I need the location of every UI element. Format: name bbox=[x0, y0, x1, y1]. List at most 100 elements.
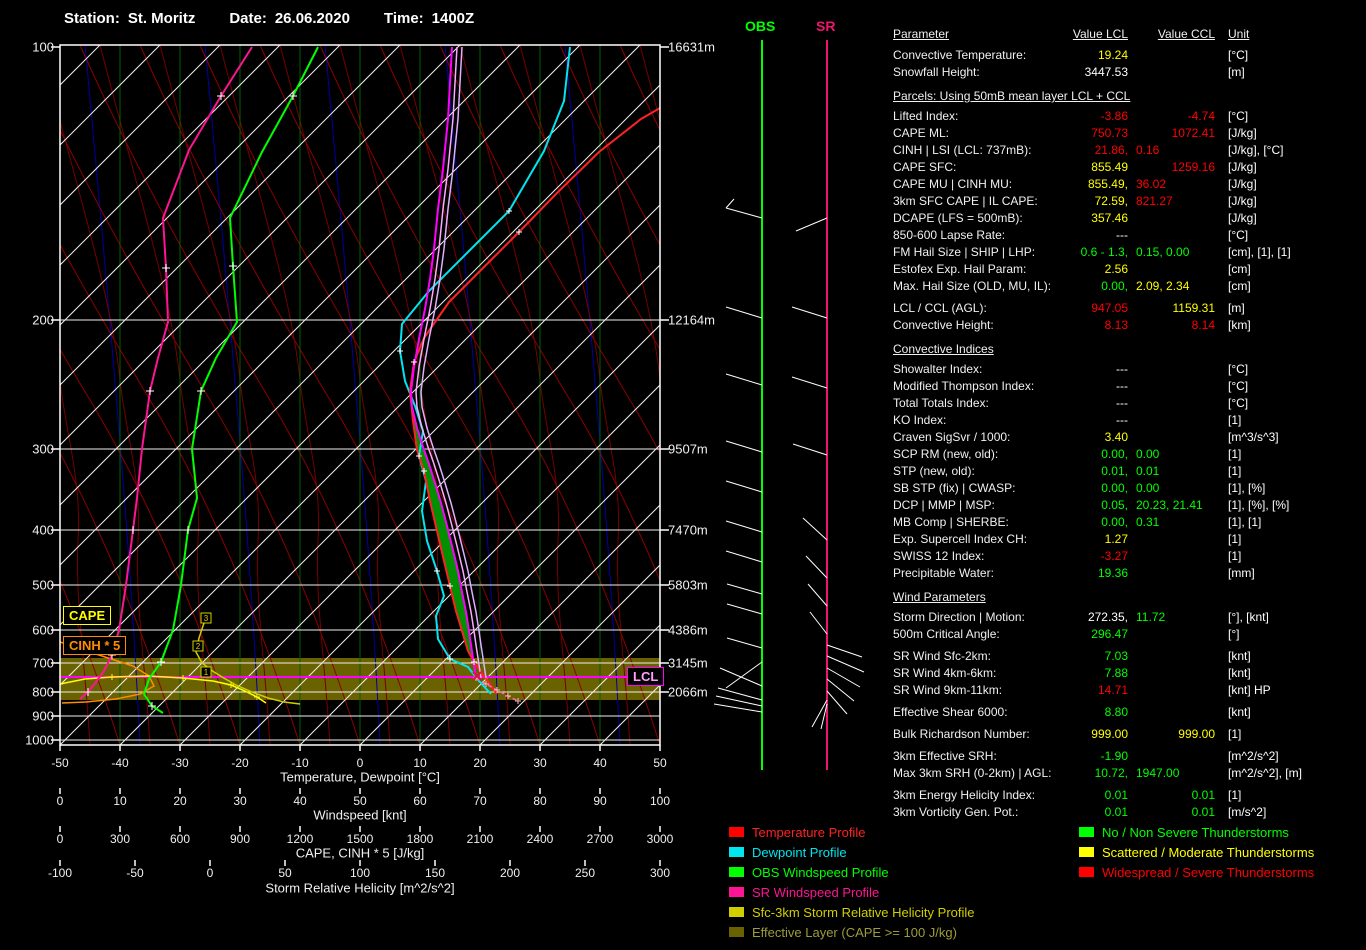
legend-swatch bbox=[729, 827, 744, 837]
table-cell: [cm], [1], [1] bbox=[1228, 245, 1291, 259]
table-cell: Convective Height: bbox=[893, 318, 994, 332]
table-cell: Total Totals Index: bbox=[893, 396, 989, 410]
table-cell: Precipitable Water: bbox=[893, 566, 994, 580]
table-cell: Convective Temperature: bbox=[893, 48, 1027, 62]
legend-swatch bbox=[729, 887, 744, 897]
table-cell: [m] bbox=[1228, 65, 1245, 79]
table-cell: [°C] bbox=[1228, 396, 1249, 410]
table-cell: [cm] bbox=[1228, 279, 1251, 293]
table-row: Max 3km SRH (0-2km) | AGL: 10.72, 1947.00 [… bbox=[893, 765, 1363, 782]
table-row: Max. Hail Size (OLD, MU, IL): 0.00, 2.09, … bbox=[893, 278, 1363, 295]
table-cell: [1] bbox=[1228, 549, 1242, 563]
table-cell: 1072.41 bbox=[1171, 126, 1215, 140]
legend-text: Effective Layer (CAPE >= 100 J/kg) bbox=[752, 924, 957, 940]
table-cell: Modified Thompson Index: bbox=[893, 379, 1035, 393]
table-cell: [knt] bbox=[1228, 666, 1251, 680]
table-cell: 36.02 bbox=[1136, 177, 1167, 191]
legend-text: Scattered / Moderate Thunderstorms bbox=[1102, 844, 1315, 860]
table-row: SR Wind 4km-6km: 7.88 [knt] bbox=[893, 665, 1363, 682]
profile-legend-item: Sfc-3km Storm Relative Helicity Profile bbox=[729, 902, 975, 922]
table-cell: Max. Hail Size (OLD, MU, IL): bbox=[893, 279, 1052, 293]
table-header: Parameter Value LCL Value CCL Unit bbox=[893, 26, 1363, 43]
table-cell: [°C] bbox=[1228, 48, 1249, 62]
table-cell: [1] bbox=[1228, 788, 1242, 802]
table-cell: CAPE MU | CINH MU: bbox=[893, 177, 1013, 191]
table-cell: [°C] bbox=[1228, 379, 1249, 393]
table-cell: 1947.00 bbox=[1136, 766, 1180, 780]
table-cell: [knt] bbox=[1228, 649, 1251, 663]
table-cell: Max 3km SRH (0-2km) | AGL: bbox=[893, 766, 1052, 780]
table-cell bbox=[1128, 412, 1215, 429]
table-cell: 1159.31 bbox=[1172, 301, 1216, 315]
table-cell: 821.27 bbox=[1136, 194, 1173, 208]
table-section: Convective Indices bbox=[893, 342, 994, 356]
profile-legend: Temperature Profile Dewpoint Profile OBS W… bbox=[729, 822, 975, 942]
table-cell: [J/kg] bbox=[1228, 126, 1257, 140]
table-row: LCL / CCL (AGL): 947.05 1159.31 [m] bbox=[893, 300, 1363, 317]
table-cell: [1] bbox=[1228, 464, 1242, 478]
table-cell: [J/kg] bbox=[1228, 160, 1257, 174]
table-cell: CAPE ML: bbox=[893, 126, 950, 140]
table-cell: [°], [knt] bbox=[1228, 610, 1269, 624]
legend-text: No / Non Severe Thunderstorms bbox=[1102, 824, 1289, 840]
table-cell: [1], [%] bbox=[1228, 481, 1266, 495]
table-row: SR Wind Sfc-2km: 7.03 [knt] bbox=[893, 648, 1363, 665]
table-section: Wind Parameters bbox=[893, 590, 986, 604]
table-cell bbox=[1128, 227, 1215, 244]
table-cell: [°C] bbox=[1228, 109, 1249, 123]
table-cell: [J/kg] bbox=[1228, 211, 1257, 225]
table-cell bbox=[1128, 395, 1215, 412]
obs-column-label: OBS bbox=[745, 18, 776, 34]
table-cell: [1], [1] bbox=[1228, 515, 1262, 529]
table-cell: 272.35, bbox=[1087, 610, 1128, 624]
profile-legend-item: SR Windspeed Profile bbox=[729, 882, 975, 902]
table-cell: [°C] bbox=[1228, 228, 1249, 242]
table-cell: 2.56 bbox=[1104, 262, 1128, 276]
table-cell: [cm] bbox=[1228, 262, 1251, 276]
table-cell: [J/kg] bbox=[1228, 194, 1257, 208]
severity-legend-item: Widespread / Severe Thunderstorms bbox=[1079, 862, 1314, 882]
table-cell: [mm] bbox=[1228, 566, 1255, 580]
table-row: Snowfall Height: 3447.53 [m] bbox=[893, 64, 1363, 81]
table-row: Craven SigSvr / 1000: 3.40 [m^3/s^3] bbox=[893, 429, 1363, 446]
table-row: Convective Height: 8.13 8.14 [km] bbox=[893, 317, 1363, 334]
profile-legend-item: Dewpoint Profile bbox=[729, 842, 975, 862]
table-cell: 999.00 bbox=[1091, 727, 1128, 741]
table-row: 850-600 Lapse Rate: --- [°C] bbox=[893, 227, 1363, 244]
table-cell: -4.74 bbox=[1187, 109, 1215, 123]
legend-text: Widespread / Severe Thunderstorms bbox=[1102, 864, 1315, 880]
table-row: DCAPE (LFS = 500mB): 357.46 [J/kg] bbox=[893, 210, 1363, 227]
table-cell: 1259.16 bbox=[1171, 160, 1215, 174]
table-row: SB STP (fix) | CWASP: 0.00, 0.00 [1], [%] bbox=[893, 480, 1363, 497]
table-cell: DCP | MMP | MSP: bbox=[893, 498, 995, 512]
km-marker-label: 3 bbox=[204, 614, 209, 623]
table-cell bbox=[1128, 361, 1215, 378]
table-row: Showalter Index: --- [°C] bbox=[893, 361, 1363, 378]
legend-text: SR Windspeed Profile bbox=[752, 884, 880, 900]
table-cell: 3447.53 bbox=[1084, 65, 1128, 79]
table-cell: --- bbox=[1116, 362, 1128, 376]
table-cell: 947.05 bbox=[1091, 301, 1128, 315]
table-row: SCP RM (new, old): 0.00, 0.00 [1] bbox=[893, 446, 1363, 463]
header-value-ccl: Value CCL bbox=[1157, 27, 1215, 41]
severity-legend: No / Non Severe Thunderstorms Scattered /… bbox=[1079, 822, 1314, 882]
table-cell: 8.13 bbox=[1104, 318, 1128, 332]
profile-legend-item: Effective Layer (CAPE >= 100 J/kg) bbox=[729, 922, 975, 942]
table-cell: 3.40 bbox=[1104, 430, 1128, 444]
table-cell: 0.31 bbox=[1136, 515, 1160, 529]
km-marker-label: 2 bbox=[196, 642, 201, 651]
table-row: CINH | LSI (LCL: 737mB): 21.86, 0.16 [J/kg]… bbox=[893, 142, 1363, 159]
table-cell: 0.01, bbox=[1101, 464, 1128, 478]
table-cell: 7.88 bbox=[1104, 666, 1128, 680]
table-cell bbox=[1128, 429, 1215, 446]
table-cell: 72.59, bbox=[1094, 194, 1128, 208]
table-cell: 1.27 bbox=[1104, 532, 1128, 546]
table-cell: [1] bbox=[1228, 447, 1242, 461]
table-cell: SR Wind 9km-11km: bbox=[893, 683, 1003, 697]
table-cell: Exp. Supercell Index CH: bbox=[893, 532, 1028, 546]
table-cell: 10.72, bbox=[1094, 766, 1128, 780]
table-cell: 19.24 bbox=[1097, 48, 1128, 62]
table-cell: [m^2/s^2] bbox=[1228, 749, 1279, 763]
table-cell: 0.01 bbox=[1191, 788, 1215, 802]
table-cell: [J/kg], [°C] bbox=[1228, 143, 1284, 157]
